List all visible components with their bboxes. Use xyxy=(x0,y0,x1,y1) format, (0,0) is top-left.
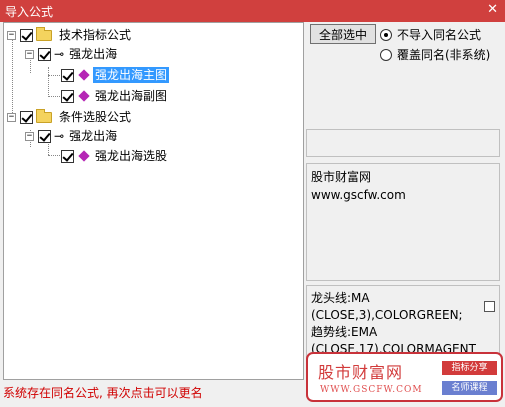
tree-node-label: 强龙出海主图 xyxy=(93,67,170,83)
formula-diamond-icon xyxy=(78,150,90,162)
info-site-name: 股市财富网 xyxy=(311,170,372,184)
status-message: 系统存在同名公式, 再次点击可以更名 xyxy=(3,386,203,400)
tree-node-label: 强龙出海 xyxy=(69,47,118,61)
key-icon: ⊸ xyxy=(54,129,65,143)
tree-connector xyxy=(48,67,49,97)
tree-node-formula-group[interactable]: − ⊸ 强龙出海 xyxy=(25,45,119,63)
radio-button[interactable] xyxy=(380,28,392,41)
code-panel-checkbox[interactable] xyxy=(484,301,495,312)
tree-node-formula-group[interactable]: − ⊸ 强龙出海 xyxy=(25,127,119,145)
tree-checkbox[interactable] xyxy=(38,129,51,143)
select-all-button[interactable]: 全部选中 xyxy=(310,24,376,44)
tree-connector xyxy=(12,37,13,117)
folder-icon xyxy=(36,108,52,123)
collapse-icon[interactable]: − xyxy=(25,131,34,141)
formula-tree[interactable]: − 技术指标公式 − ⊸ 强龙出海 强龙出海主图 强龙出海副图 − 条件选股公式… xyxy=(3,22,304,380)
radio-button[interactable] xyxy=(380,48,392,61)
tree-node-label: 强龙出海选股 xyxy=(95,149,168,163)
info-site-url: www.gscfw.com xyxy=(311,188,406,202)
collapse-icon[interactable]: − xyxy=(7,30,16,40)
radio-label: 覆盖同名(非系统) xyxy=(397,48,491,62)
close-icon[interactable]: ✕ xyxy=(487,2,498,17)
window-title: 导入公式 xyxy=(5,5,54,19)
title-bar: 导入公式 ✕ xyxy=(0,0,505,22)
folder-icon xyxy=(36,26,52,41)
tree-node-stock-selection[interactable]: − 条件选股公式 xyxy=(7,108,133,126)
empty-panel xyxy=(306,129,500,157)
watermark-logo: 股市财富网 WWW.GSCFW.COM 指标分享 名师课程 xyxy=(306,352,503,402)
watermark-title: 股市财富网 xyxy=(318,363,404,382)
code-line: 龙头线:MA xyxy=(311,291,370,305)
tree-connector xyxy=(48,96,60,97)
tree-checkbox[interactable] xyxy=(61,68,74,82)
tree-connector xyxy=(48,155,60,156)
radio-label: 不导入同名公式 xyxy=(397,28,482,42)
formula-diamond-icon xyxy=(78,69,90,81)
tree-checkbox[interactable] xyxy=(61,149,74,163)
tree-node-main-chart[interactable]: 强龙出海主图 xyxy=(61,66,170,84)
tree-checkbox[interactable] xyxy=(61,89,74,103)
tree-node-selection-formula[interactable]: 强龙出海选股 xyxy=(61,147,169,165)
radio-no-import[interactable]: 不导入同名公式 xyxy=(380,26,481,43)
tree-node-label: 技术指标公式 xyxy=(59,28,132,42)
tree-node-label: 条件选股公式 xyxy=(59,110,132,124)
tree-node-technical-indicators[interactable]: − 技术指标公式 xyxy=(7,26,133,44)
info-panel: 股市财富网 www.gscfw.com xyxy=(306,163,500,281)
tree-node-label: 强龙出海 xyxy=(69,129,118,143)
collapse-icon[interactable]: − xyxy=(25,49,34,59)
tree-connector xyxy=(48,75,60,76)
key-icon: ⊸ xyxy=(54,47,65,61)
tree-node-label: 强龙出海副图 xyxy=(95,89,168,103)
code-line: (CLOSE,3),COLORGREEN; xyxy=(311,308,463,322)
tree-node-sub-chart[interactable]: 强龙出海副图 xyxy=(61,87,169,105)
tree-checkbox[interactable] xyxy=(20,110,33,124)
radio-overwrite[interactable]: 覆盖同名(非系统) xyxy=(380,46,490,63)
watermark-tag-indicators: 指标分享 xyxy=(442,361,497,375)
collapse-icon[interactable]: − xyxy=(7,112,16,122)
tree-checkbox[interactable] xyxy=(20,28,33,42)
tree-checkbox[interactable] xyxy=(38,47,51,61)
formula-diamond-icon xyxy=(78,90,90,102)
watermark-tag-courses: 名师课程 xyxy=(442,381,497,395)
watermark-url: WWW.GSCFW.COM xyxy=(320,385,423,395)
code-line: 趋势线:EMA xyxy=(311,325,378,339)
